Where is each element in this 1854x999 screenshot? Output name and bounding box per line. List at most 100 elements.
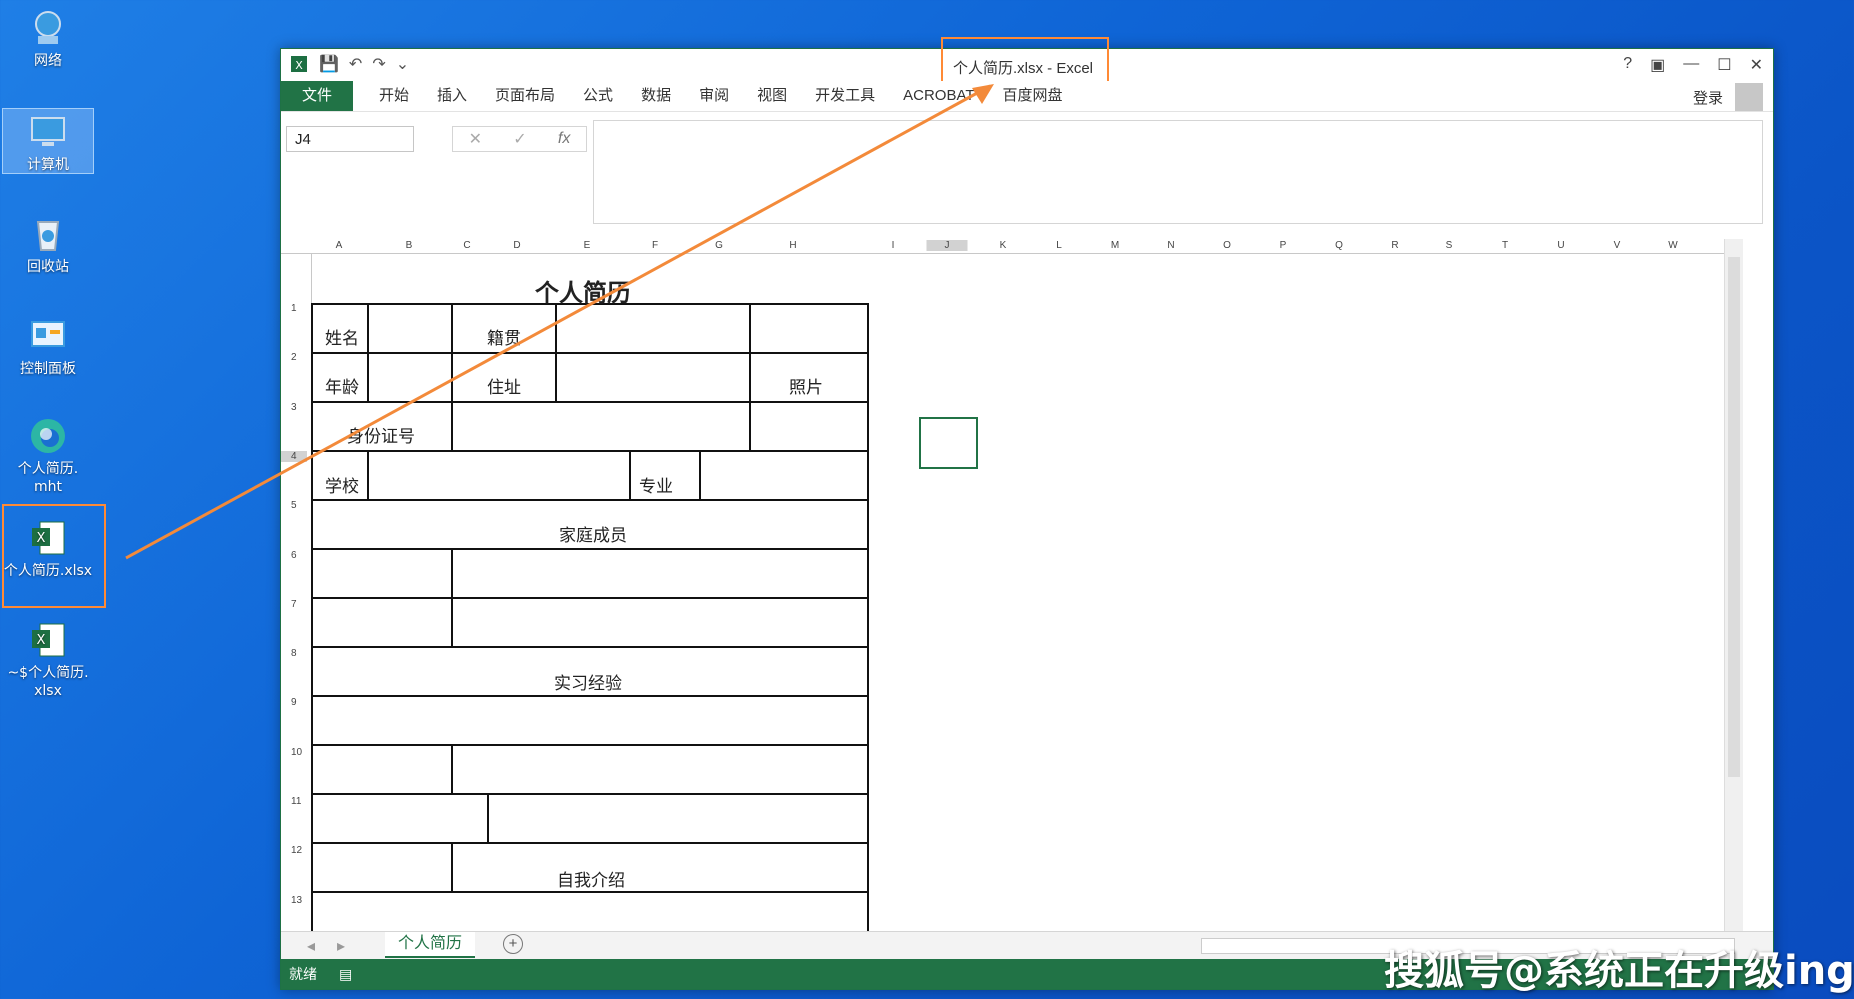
help-button[interactable]: ?: [1623, 55, 1632, 75]
label-family: 家庭成员: [559, 526, 627, 545]
column-header-W[interactable]: W: [1668, 240, 1677, 251]
desktop-icon-label: 控制面板: [20, 361, 76, 377]
desktop-icon-temp-xlsx[interactable]: X ~$个人简历. xlsx: [2, 616, 94, 700]
computer-icon: [28, 112, 68, 152]
sheet-next-icon[interactable]: ▸: [337, 936, 345, 956]
column-header-R[interactable]: R: [1391, 240, 1398, 251]
column-header-G[interactable]: G: [715, 240, 723, 251]
worksheet-grid[interactable]: ABCDEFGHIJKLMNOPQRSTUVWX 123456789101112…: [281, 239, 1743, 931]
tab-view[interactable]: 视图: [743, 81, 801, 111]
tab-acrobat[interactable]: ACROBAT: [889, 81, 988, 111]
tab-file[interactable]: 文件: [281, 81, 353, 111]
column-header-D[interactable]: D: [513, 240, 520, 251]
row-header-7[interactable]: 7: [291, 599, 297, 610]
sheet-tab-resume[interactable]: 个人简历: [385, 932, 475, 958]
tab-home[interactable]: 开始: [365, 81, 423, 111]
desktop-icon-resume-mht[interactable]: 个人简历. mht: [2, 412, 94, 496]
tab-baidu-netdisk[interactable]: 百度网盘: [989, 81, 1077, 111]
row-header-3[interactable]: 3: [291, 402, 297, 413]
label-major: 专业: [639, 477, 673, 496]
column-header-T[interactable]: T: [1502, 240, 1508, 251]
row-header-6[interactable]: 6: [291, 550, 297, 561]
column-header-Q[interactable]: Q: [1335, 240, 1343, 251]
column-header-C[interactable]: C: [463, 240, 470, 251]
ribbon-display-button[interactable]: ▣: [1650, 55, 1665, 75]
formula-input[interactable]: [593, 120, 1763, 224]
quick-access-toolbar: X 💾 ↶ ↷ ⌄: [289, 54, 409, 74]
tab-formulas[interactable]: 公式: [569, 81, 627, 111]
column-header-K[interactable]: K: [1000, 240, 1007, 251]
network-icon: [28, 8, 68, 48]
title-bar: X 💾 ↶ ↷ ⌄ 个人简历.xlsx - Excel ? ▣ — ☐ ✕: [281, 37, 1773, 85]
desktop-icon-computer[interactable]: 计算机: [2, 108, 94, 174]
row-header-4[interactable]: 4: [281, 450, 307, 462]
confirm-icon[interactable]: ✓: [513, 129, 526, 149]
redo-icon[interactable]: ↷: [372, 54, 385, 74]
column-header-F[interactable]: F: [652, 240, 658, 251]
desktop-icon-control-panel[interactable]: 控制面板: [2, 312, 94, 378]
add-sheet-icon[interactable]: +: [503, 934, 523, 954]
desktop-icon-label: 计算机: [27, 157, 69, 173]
row-header-5[interactable]: 5: [291, 500, 297, 511]
tab-developer[interactable]: 开发工具: [801, 81, 889, 111]
selected-cell[interactable]: [919, 417, 978, 469]
row-header-2[interactable]: 2: [291, 352, 297, 363]
customize-qat-icon[interactable]: ⌄: [396, 54, 409, 74]
formula-buttons: ✕ ✓ fx: [452, 126, 587, 152]
row-header-12[interactable]: 12: [291, 845, 302, 856]
column-header-N[interactable]: N: [1167, 240, 1174, 251]
table-border: [699, 450, 701, 499]
save-icon[interactable]: 💾: [319, 54, 339, 74]
column-header-H[interactable]: H: [789, 240, 796, 251]
table-border: [311, 548, 867, 550]
row-header-1[interactable]: 1: [291, 303, 297, 314]
tab-list: 开始 插入 页面布局 公式 数据 审阅 视图 开发工具 ACROBAT 百度网盘: [365, 81, 1077, 111]
row-header-13[interactable]: 13: [291, 895, 302, 906]
table-border: [311, 401, 867, 403]
table-border: [451, 548, 453, 646]
sheet-prev-icon[interactable]: ◂: [307, 936, 315, 956]
column-header-B[interactable]: B: [406, 240, 413, 251]
column-header-E[interactable]: E: [584, 240, 591, 251]
desktop-icon-recycle-bin[interactable]: 回收站: [2, 210, 94, 276]
cancel-icon[interactable]: ✕: [469, 129, 482, 149]
desktop-icon-network[interactable]: 网络: [2, 4, 94, 70]
undo-icon[interactable]: ↶: [349, 54, 362, 74]
login-link[interactable]: 登录: [1693, 87, 1723, 108]
close-button[interactable]: ✕: [1750, 55, 1763, 75]
desktop-icon-label: ~$个人简历. xlsx: [7, 665, 89, 699]
scrollbar-thumb[interactable]: [1728, 257, 1740, 777]
column-header-S[interactable]: S: [1446, 240, 1453, 251]
row-header-11[interactable]: 11: [291, 796, 301, 807]
avatar[interactable]: [1735, 83, 1763, 111]
row-header-8[interactable]: 8: [291, 648, 297, 659]
macro-record-icon[interactable]: ▤: [339, 959, 352, 989]
column-header-V[interactable]: V: [1614, 240, 1621, 251]
label-hometown: 籍贯: [487, 329, 521, 348]
column-header-I[interactable]: I: [892, 240, 895, 251]
column-header-U[interactable]: U: [1557, 240, 1564, 251]
vertical-scrollbar[interactable]: [1724, 239, 1743, 931]
label-self-intro: 自我介绍: [557, 871, 625, 890]
column-header-L[interactable]: L: [1056, 240, 1062, 251]
table-border: [311, 695, 867, 697]
tab-insert[interactable]: 插入: [423, 81, 481, 111]
row-header-9[interactable]: 9: [291, 697, 297, 708]
maximize-button[interactable]: ☐: [1717, 55, 1731, 75]
column-header-O[interactable]: O: [1223, 240, 1231, 251]
table-border: [311, 597, 867, 599]
svg-text:X: X: [295, 59, 303, 72]
table-border: [311, 499, 867, 501]
column-header-J[interactable]: J: [926, 240, 968, 251]
tab-review[interactable]: 审阅: [685, 81, 743, 111]
minimize-button[interactable]: —: [1683, 55, 1699, 75]
table-border: [749, 303, 751, 450]
tab-data[interactable]: 数据: [627, 81, 685, 111]
column-header-M[interactable]: M: [1111, 240, 1119, 251]
row-header-10[interactable]: 10: [291, 747, 302, 758]
column-header-A[interactable]: A: [336, 240, 343, 251]
name-box[interactable]: J4: [286, 126, 414, 152]
insert-function-icon[interactable]: fx: [558, 130, 570, 148]
column-header-P[interactable]: P: [1280, 240, 1287, 251]
tab-page-layout[interactable]: 页面布局: [481, 81, 569, 111]
